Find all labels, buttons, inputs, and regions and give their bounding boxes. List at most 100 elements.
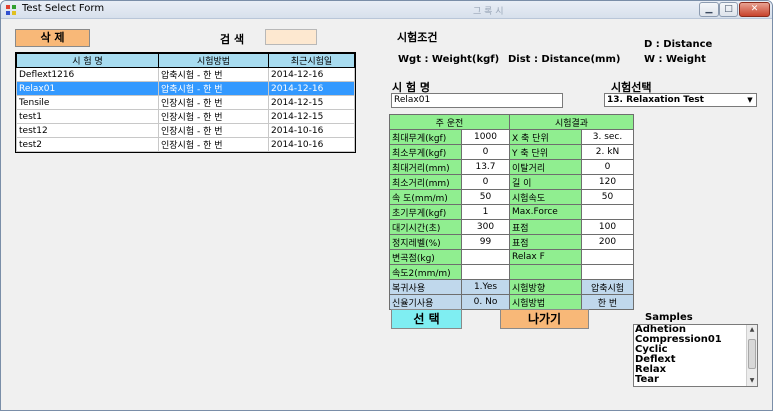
result-value-field[interactable] [581, 264, 634, 280]
param-label: 복귀사용 [389, 279, 462, 295]
exit-button[interactable]: 나가기 [500, 309, 589, 329]
param-row: 정지레벨(%) 99 표점 200 [389, 234, 634, 250]
param-row: 속 도(mm/m) 50 시험속도 50 [389, 189, 634, 205]
result-value-field[interactable]: 한 번 [581, 294, 634, 310]
param-label: 최대무게(kgf) [389, 129, 462, 145]
result-label: 시험속도 [509, 189, 582, 205]
app-icon [6, 5, 16, 15]
col-header-method[interactable]: 시험방법 [158, 53, 269, 68]
param-row: 최대거리(mm) 13.7 이탈거리 0 [389, 159, 634, 175]
samples-label: Samples [645, 312, 693, 323]
param-value-field[interactable] [461, 264, 510, 280]
samples-scrollbar[interactable]: ▲ ▼ [746, 325, 757, 386]
param-value-field[interactable]: 1.Yes [461, 279, 510, 295]
scroll-thumb[interactable] [748, 339, 756, 369]
result-value-field[interactable] [581, 249, 634, 265]
select-button[interactable]: 선 택 [391, 309, 462, 329]
param-row: 신율기사용 0. No 시험방법 한 번 [389, 294, 634, 310]
table-row[interactable]: Relax01 압축시험 - 한 번 2014-12-16 [16, 81, 355, 96]
scroll-down-icon[interactable]: ▼ [747, 376, 757, 386]
cell-name: Relax01 [16, 81, 159, 96]
legend-dist: Dist : Distance(mm) [508, 54, 621, 65]
cell-method: 압축시험 - 한 번 [158, 67, 269, 82]
param-label: 신율기사용 [389, 294, 462, 310]
test-type-value: 13. Relaxation Test [607, 95, 704, 105]
samples-list[interactable]: Adhetion Compression01 Cyclic Deflext Relax T… [633, 324, 758, 387]
cell-date: 2014-12-16 [268, 81, 355, 96]
search-input[interactable] [265, 29, 317, 45]
param-label: 속도2(mm/m) [389, 264, 462, 280]
param-value-field[interactable]: 0 [461, 144, 510, 160]
legend-w: W : Weight [644, 54, 706, 65]
delete-button[interactable]: 삭 제 [15, 29, 90, 47]
cell-name: test12 [16, 123, 159, 138]
table-row[interactable]: Tensile 인장시험 - 한 번 2014-12-15 [16, 95, 355, 110]
params-header-result: 시험결과 [509, 114, 634, 130]
list-item[interactable]: Tear [634, 375, 757, 385]
param-row: 변곡점(kg) Relax F [389, 249, 634, 265]
cell-method: 압축시험 - 한 번 [158, 81, 269, 96]
conditions-title: 시험조건 [397, 31, 438, 44]
cell-date: 2014-12-15 [268, 95, 355, 110]
result-value-field[interactable]: 200 [581, 234, 634, 250]
cell-date: 2014-10-16 [268, 123, 355, 138]
minimize-button[interactable]: ▁ [699, 2, 719, 17]
result-value-field[interactable]: 2. kN [581, 144, 634, 160]
result-label: Relax F [509, 249, 582, 265]
legend-wgt: Wgt : Weight(kgf) [398, 54, 500, 65]
result-value-field[interactable]: 120 [581, 174, 634, 190]
result-value-field[interactable]: 100 [581, 219, 634, 235]
result-label: 길 이 [509, 174, 582, 190]
cell-name: Tensile [16, 95, 159, 110]
scroll-up-icon[interactable]: ▲ [747, 325, 757, 335]
param-label: 속 도(mm/m) [389, 189, 462, 205]
result-label: 표점 [509, 219, 582, 235]
result-label [509, 264, 582, 280]
param-value-field[interactable] [461, 249, 510, 265]
table-row[interactable]: test1 인장시험 - 한 번 2014-12-15 [16, 109, 355, 124]
params-header-main: 주 운전 [389, 114, 510, 130]
test-list-table: 시 험 명 시험방법 최근시험일 Deflext1216 압축시험 - 한 번 20… [16, 53, 355, 152]
cell-date: 2014-10-16 [268, 137, 355, 152]
test-type-select[interactable]: 13. Relaxation Test ▼ [604, 93, 757, 107]
param-row: 초기무게(kgf) 1 Max.Force [389, 204, 634, 220]
window-title: Test Select Form [22, 3, 105, 14]
result-label: 이탈거리 [509, 159, 582, 175]
param-value-field[interactable]: 300 [461, 219, 510, 235]
param-label: 정지레벨(%) [389, 234, 462, 250]
param-row: 최소거리(mm) 0 길 이 120 [389, 174, 634, 190]
param-label: 초기무게(kgf) [389, 204, 462, 220]
param-label: 최소무게(kgf) [389, 144, 462, 160]
cell-name: test1 [16, 109, 159, 124]
param-value-field[interactable]: 99 [461, 234, 510, 250]
close-button[interactable]: ✕ [739, 2, 770, 17]
test-name-field[interactable]: Relax01 [391, 93, 563, 108]
param-row: 복귀사용 1.Yes 시험방향 압축시험 [389, 279, 634, 295]
test-list-grid[interactable]: 시 험 명 시험방법 최근시험일 Deflext1216 압축시험 - 한 번 20… [15, 52, 356, 153]
param-value-field[interactable]: 13.7 [461, 159, 510, 175]
table-row[interactable]: test12 인장시험 - 한 번 2014-10-16 [16, 123, 355, 138]
param-value-field[interactable]: 0 [461, 174, 510, 190]
table-row[interactable]: test2 인장시험 - 한 번 2014-10-16 [16, 137, 355, 152]
param-row: 대기시간(초) 300 표점 100 [389, 219, 634, 235]
param-row: 속도2(mm/m) [389, 264, 634, 280]
cell-method: 인장시험 - 한 번 [158, 95, 269, 110]
result-value-field[interactable]: 압축시험 [581, 279, 634, 295]
result-value-field[interactable]: 50 [581, 189, 634, 205]
param-value-field[interactable]: 50 [461, 189, 510, 205]
test-select-window: Test Select Form 그 록 시 ▁ □ ✕ 삭 제 검 색 시 험… [0, 0, 773, 411]
col-header-date[interactable]: 최근시험일 [268, 53, 355, 68]
result-label: 시험방법 [509, 294, 582, 310]
result-value-field[interactable] [581, 204, 634, 220]
param-value-field[interactable]: 1000 [461, 129, 510, 145]
param-row: 최대무게(kgf) 1000 X 축 단위 3. sec. [389, 129, 634, 145]
parameters-table: 주 운전 시험결과 최대무게(kgf) 1000 X 축 단위 3. sec. 최소무게(k… [389, 114, 634, 310]
table-row[interactable]: Deflext1216 압축시험 - 한 번 2014-12-16 [16, 67, 355, 82]
result-value-field[interactable]: 0 [581, 159, 634, 175]
param-value-field[interactable]: 0. No [461, 294, 510, 310]
maximize-button[interactable]: □ [719, 2, 738, 17]
chevron-down-icon[interactable]: ▼ [745, 95, 755, 105]
col-header-name[interactable]: 시 험 명 [16, 53, 159, 68]
param-value-field[interactable]: 1 [461, 204, 510, 220]
result-value-field[interactable]: 3. sec. [581, 129, 634, 145]
